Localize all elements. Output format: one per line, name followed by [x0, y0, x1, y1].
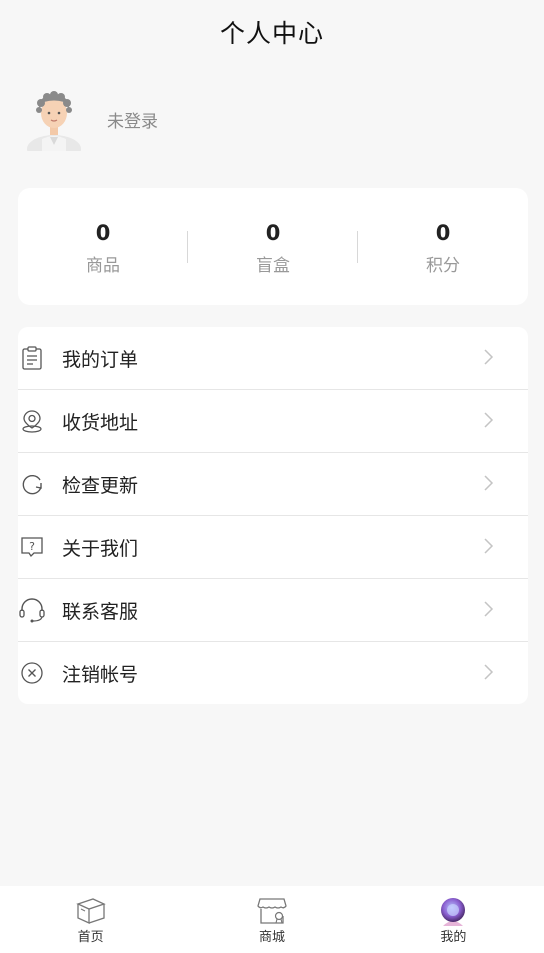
page-title: 个人中心	[219, 19, 324, 48]
close-circle-icon	[19, 660, 45, 686]
menu-item-label: 关于我们	[62, 537, 139, 560]
menu-item-label: 注销帐号	[62, 663, 139, 686]
stats-card: 0 商品 0 盲盒 0 积分	[18, 188, 528, 305]
stat-products[interactable]: 0 商品	[18, 188, 188, 305]
tab-store[interactable]: 商城	[181, 886, 362, 953]
menu-item-update[interactable]: 检查更新	[18, 453, 528, 516]
refresh-icon	[19, 471, 45, 497]
stat-value: 0	[435, 221, 451, 245]
avatar[interactable]	[24, 87, 84, 151]
store-icon	[257, 898, 287, 924]
stat-label: 商品	[86, 256, 120, 276]
tab-mine[interactable]: 我的	[363, 886, 544, 953]
help-bubble-icon: ?	[19, 534, 45, 560]
menu-item-customer-service[interactable]: 联系客服	[18, 579, 528, 642]
profile-section[interactable]: 未登录	[24, 86, 158, 152]
chevron-right-icon	[484, 601, 494, 617]
stat-value: 0	[265, 221, 281, 245]
tab-label: 首页	[77, 930, 104, 945]
menu-item-label: 收货地址	[62, 411, 139, 434]
stat-label: 积分	[426, 256, 460, 276]
svg-text:?: ?	[29, 540, 35, 553]
menu-item-delete-account[interactable]: 注销帐号	[18, 642, 528, 704]
chevron-right-icon	[484, 664, 494, 680]
menu-item-label: 我的订单	[62, 348, 139, 371]
location-pin-icon	[19, 408, 45, 434]
menu-item-label: 联系客服	[62, 600, 139, 623]
profile-orb-icon	[441, 898, 466, 926]
bottom-tab-bar: 首页 商城 我的	[0, 886, 544, 953]
stat-points[interactable]: 0 积分	[358, 188, 528, 305]
chevron-right-icon	[484, 412, 494, 428]
headset-icon	[19, 597, 45, 623]
menu-item-label: 检查更新	[62, 474, 139, 497]
stat-value: 0	[95, 221, 111, 245]
stat-blind-box[interactable]: 0 盲盒	[188, 188, 358, 305]
chevron-right-icon	[484, 475, 494, 491]
menu-item-orders[interactable]: 我的订单	[18, 327, 528, 390]
chevron-right-icon	[484, 538, 494, 554]
box-icon	[75, 898, 106, 925]
chevron-right-icon	[484, 349, 494, 365]
login-status[interactable]: 未登录	[107, 107, 158, 132]
top-bar: 个人中心	[0, 0, 544, 64]
menu-item-about[interactable]: ? 关于我们	[18, 516, 528, 579]
tab-label: 商城	[258, 930, 285, 945]
menu-item-address[interactable]: 收货地址	[18, 390, 528, 453]
tab-home[interactable]: 首页	[0, 886, 181, 953]
stat-label: 盲盒	[256, 256, 290, 276]
menu-list: 我的订单 收货地址 检查更新 ? 关于我们 联系客服 注销帐号	[18, 327, 528, 704]
tab-label: 我的	[440, 930, 467, 945]
order-clipboard-icon	[19, 345, 45, 371]
